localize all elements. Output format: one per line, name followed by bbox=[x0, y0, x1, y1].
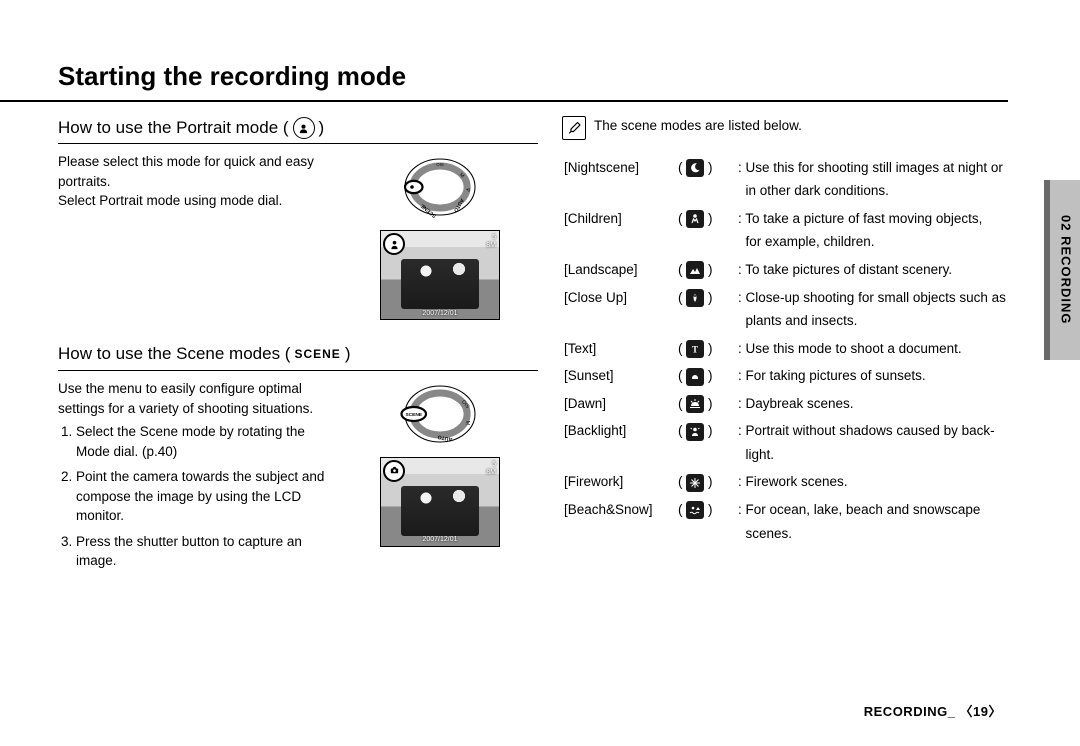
scene-mode-row: [Backlight]( ): Portrait without shadows… bbox=[562, 417, 1008, 445]
scene-mode-desc: : Use this for shooting still images at … bbox=[736, 154, 1008, 182]
scene-mode-row: [Landscape]( ): To take pictures of dist… bbox=[562, 256, 1008, 284]
scene-heading: How to use the Scene modes ( SCENE ) bbox=[58, 342, 538, 371]
scene-mode-icon-cell: ( T ) bbox=[676, 335, 736, 363]
scene-mode-desc-cont: in other dark conditions. bbox=[736, 181, 1008, 205]
page-title: Starting the recording mode bbox=[0, 0, 1008, 102]
scene-mode-name: [Close Up] bbox=[562, 284, 676, 312]
portrait-body-1: Please select this mode for quick and ea… bbox=[58, 152, 328, 191]
scene-mode-icon-cell: ( ) bbox=[676, 154, 736, 182]
section-tab-label: 02 RECORDING bbox=[1056, 215, 1075, 325]
scene-mode-icon-cell: ( ) bbox=[676, 256, 736, 284]
scene-mode-row: [Dawn]( ): Daybreak scenes. bbox=[562, 390, 1008, 418]
scene-mode-name: [Children] bbox=[562, 205, 676, 233]
scene-mode-icon-cell: ( ) bbox=[676, 496, 736, 524]
scene-mode-icon bbox=[686, 261, 704, 279]
lcd-preview-portrait: 5 8M 01:00 PM 2007/12/01 bbox=[380, 230, 500, 320]
scene-mode-icon-cell: ( ) bbox=[676, 205, 736, 233]
scene-mode-desc: : For ocean, lake, beach and snowscape bbox=[736, 496, 1008, 524]
svg-text:T: T bbox=[692, 345, 698, 355]
scene-mode-name: [Beach&Snow] bbox=[562, 496, 676, 524]
scene-modes-table: [Nightscene]( ): Use this for shooting s… bbox=[562, 154, 1008, 547]
scene-mode-icon-cell: ( ) bbox=[676, 417, 736, 445]
scene-mode-name: [Sunset] bbox=[562, 362, 676, 390]
lcd-right-overlay: 5 8M bbox=[486, 461, 496, 476]
scene-mode-icon bbox=[686, 423, 704, 441]
scene-mode-icon-cell: ( ) bbox=[676, 468, 736, 496]
lcd-date: 2007/12/01 bbox=[381, 310, 499, 318]
scene-mode-icon bbox=[686, 159, 704, 177]
scene-mode-row-cont: scenes. bbox=[562, 524, 1008, 548]
page-footer: RECORDING_ 〈19〉 bbox=[864, 703, 1002, 722]
scene-mode-name: [Dawn] bbox=[562, 390, 676, 418]
note-icon bbox=[562, 116, 586, 140]
scene-mode-desc: : Daybreak scenes. bbox=[736, 390, 1008, 418]
svg-text:OIS: OIS bbox=[436, 162, 444, 167]
scene-mode-name: [Nightscene] bbox=[562, 154, 676, 182]
lcd-date: 2007/12/01 bbox=[381, 536, 499, 544]
lcd-time: 01:00 PM bbox=[381, 302, 499, 310]
scene-mode-row: [Children]( ): To take a picture of fast… bbox=[562, 205, 1008, 233]
scene-step-2: Point the camera towards the subject and… bbox=[76, 467, 328, 526]
scene-mode-row: [Beach&Snow]( ): For ocean, lake, beach … bbox=[562, 496, 1008, 524]
scene-mode-icon bbox=[686, 368, 704, 386]
mode-dial-portrait: OIS M P AUTO SCENE bbox=[392, 152, 488, 222]
section-tab: 02 RECORDING bbox=[1044, 180, 1080, 360]
scene-mode-desc-cont: scenes. bbox=[736, 524, 1008, 548]
scene-mode-desc: : Portrait without shadows caused by bac… bbox=[736, 417, 1008, 445]
lcd-mode-icon bbox=[383, 233, 405, 255]
scene-mode-icon bbox=[686, 210, 704, 228]
scene-mode-icon-cell: ( ) bbox=[676, 284, 736, 312]
lcd-preview-scene: 5 8M 01:00 PM 2007/12/01 bbox=[380, 457, 500, 547]
svg-text:M: M bbox=[464, 420, 470, 425]
scene-mode-icon bbox=[686, 289, 704, 307]
scene-mode-desc: : Close-up shooting for small objects su… bbox=[736, 284, 1008, 312]
scene-step-3: Press the shutter button to capture an i… bbox=[76, 532, 328, 571]
scene-mode-name: [Firework] bbox=[562, 468, 676, 496]
scene-mode-row-cont: in other dark conditions. bbox=[562, 181, 1008, 205]
scene-step-1: Select the Scene mode by rotating the Mo… bbox=[76, 422, 328, 461]
scene-mode-row: [Text]( T ): Use this mode to shoot a do… bbox=[562, 335, 1008, 363]
scene-mode-icon: T bbox=[686, 340, 704, 358]
scene-mode-desc-cont: light. bbox=[736, 445, 1008, 469]
scene-mode-name: [Landscape] bbox=[562, 256, 676, 284]
scene-mode-row-cont: for example, children. bbox=[562, 232, 1008, 256]
portrait-heading-text: How to use the Portrait mode ( bbox=[58, 116, 289, 141]
scene-mode-desc: : For taking pictures of sunsets. bbox=[736, 362, 1008, 390]
scene-mode-row: [Sunset]( ): For taking pictures of suns… bbox=[562, 362, 1008, 390]
portrait-heading: How to use the Portrait mode ( ) bbox=[58, 116, 538, 145]
lcd-right-overlay: 5 8M bbox=[486, 234, 496, 249]
svg-text:SCENE: SCENE bbox=[405, 412, 422, 418]
scene-mode-row-cont: light. bbox=[562, 445, 1008, 469]
scene-mode-desc: : To take a picture of fast moving objec… bbox=[736, 205, 1008, 233]
portrait-heading-close: ) bbox=[319, 116, 325, 141]
scene-mode-desc: : To take pictures of distant scenery. bbox=[736, 256, 1008, 284]
scene-mode-desc: : Use this mode to shoot a document. bbox=[736, 335, 1008, 363]
scene-mode-desc-cont: plants and insects. bbox=[736, 311, 1008, 335]
portrait-body-2: Select Portrait mode using mode dial. bbox=[58, 191, 328, 211]
scene-intro: Use the menu to easily configure optimal… bbox=[58, 379, 328, 418]
mode-dial-scene: SCENE OIS M AUTO bbox=[392, 379, 488, 449]
scene-mode-row: [Close Up]( ): Close-up shooting for sma… bbox=[562, 284, 1008, 312]
scene-heading-post: ) bbox=[345, 342, 351, 367]
scene-mode-desc-cont: for example, children. bbox=[736, 232, 1008, 256]
scene-mode-name: [Backlight] bbox=[562, 417, 676, 445]
scene-mode-name: [Text] bbox=[562, 335, 676, 363]
scene-mode-icon-cell: ( ) bbox=[676, 362, 736, 390]
scene-mode-icon-cell: ( ) bbox=[676, 390, 736, 418]
scene-mode-row-cont: plants and insects. bbox=[562, 311, 1008, 335]
scene-heading-pre: How to use the Scene modes ( bbox=[58, 342, 290, 367]
scene-mode-icon bbox=[686, 501, 704, 519]
scene-mode-icon bbox=[686, 395, 704, 413]
note-intro: The scene modes are listed below. bbox=[594, 116, 802, 136]
scene-heading-label: SCENE bbox=[294, 346, 340, 363]
lcd-time: 01:00 PM bbox=[381, 529, 499, 537]
scene-mode-icon bbox=[686, 474, 704, 492]
scene-mode-desc: : Firework scenes. bbox=[736, 468, 1008, 496]
scene-mode-row: [Nightscene]( ): Use this for shooting s… bbox=[562, 154, 1008, 182]
lcd-mode-icon bbox=[383, 460, 405, 482]
scene-mode-row: [Firework]( ): Firework scenes. bbox=[562, 468, 1008, 496]
portrait-icon bbox=[293, 117, 315, 139]
